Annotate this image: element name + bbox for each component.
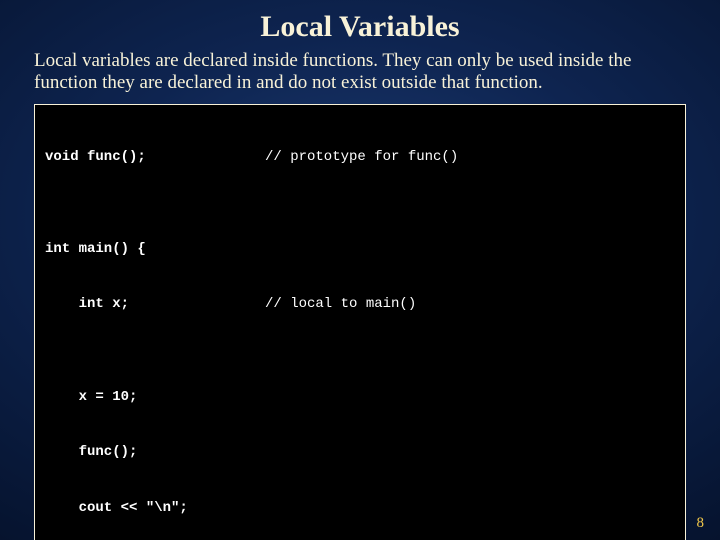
code-line: func(); (45, 443, 675, 461)
code-left: func(); (45, 443, 265, 461)
code-line: x = 10; (45, 388, 675, 406)
code-left: cout << "\n"; (45, 499, 265, 517)
code-comment: // local to main() (265, 295, 675, 313)
code-left: int x; (45, 295, 265, 313)
code-comment: // prototype for func() (265, 148, 675, 166)
page-number: 8 (697, 515, 705, 532)
slide-title: Local Variables (34, 10, 686, 44)
code-line: void func();// prototype for func() (45, 148, 675, 166)
code-left: int main() { (45, 240, 265, 258)
slide-description: Local variables are declared inside func… (34, 50, 686, 94)
code-block: void func();// prototype for func() int … (34, 104, 686, 540)
code-line: int x;// local to main() (45, 295, 675, 313)
code-line: cout << "\n"; (45, 499, 675, 517)
code-left: x = 10; (45, 388, 265, 406)
code-left: void func(); (45, 148, 265, 166)
code-line: int main() { (45, 240, 675, 258)
slide: Local Variables Local variables are decl… (0, 0, 720, 540)
